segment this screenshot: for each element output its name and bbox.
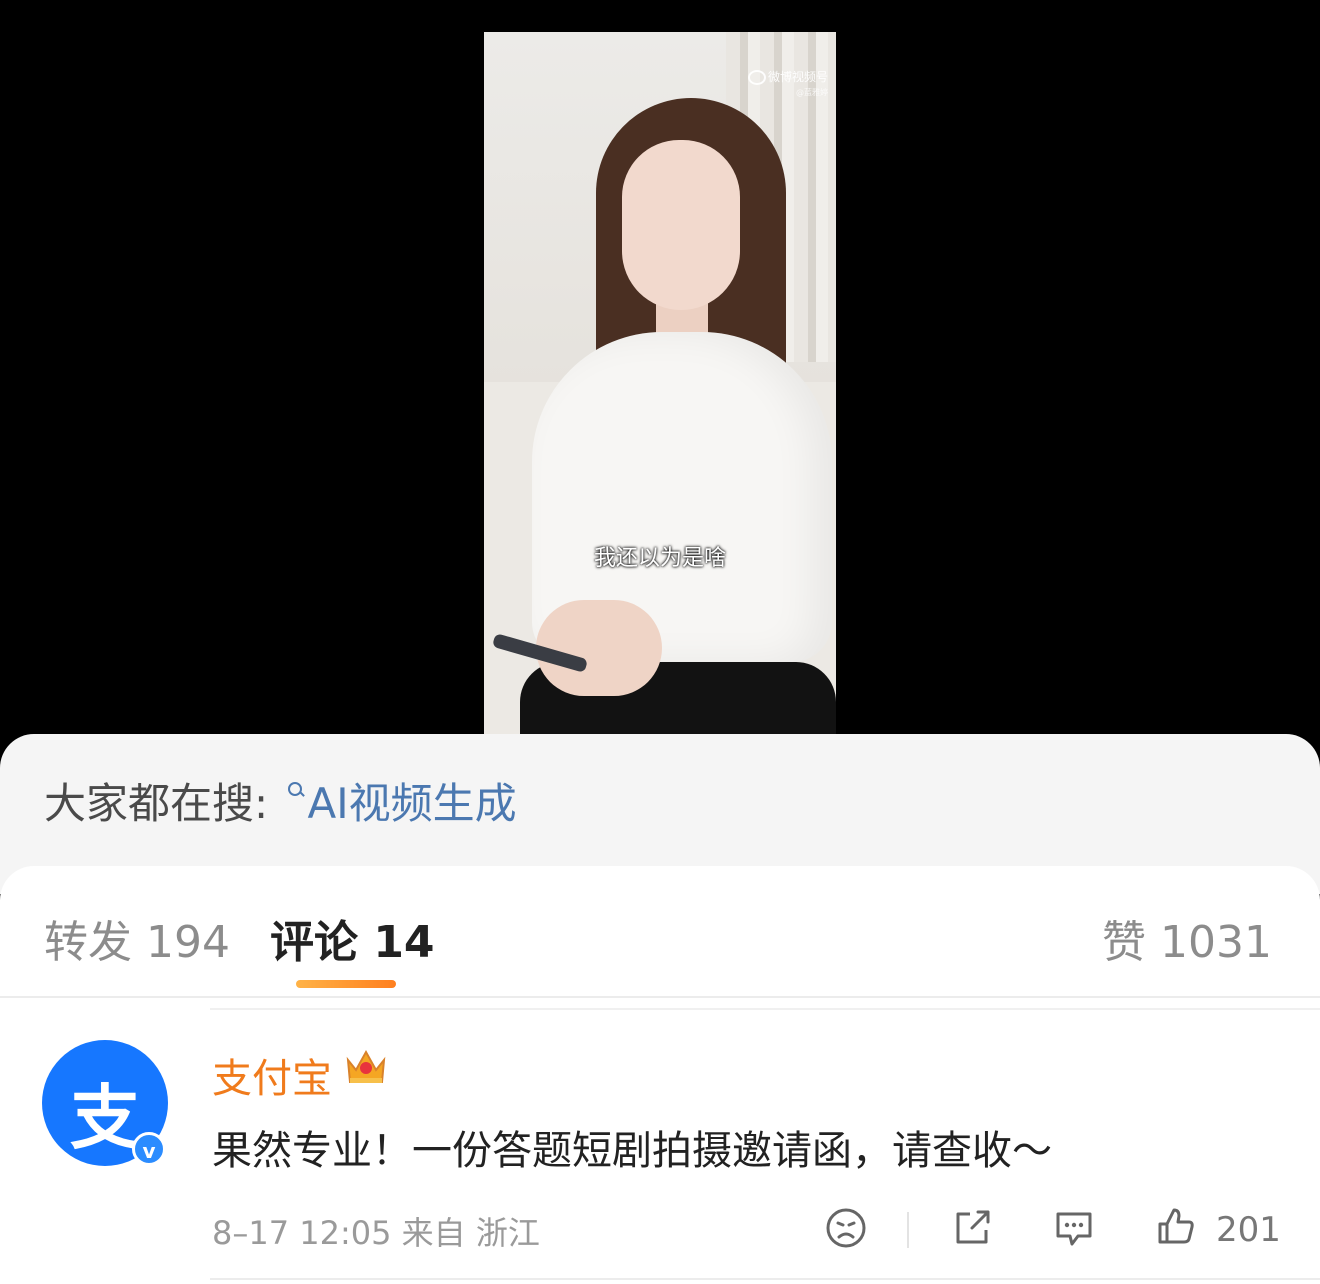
video-person-face [622,140,740,310]
comment-icon[interactable] [1052,1206,1096,1266]
divider [210,1278,1320,1280]
search-suggestion-link[interactable]: AI视频生成 [282,779,517,828]
search-suggestion-label: 大家都在搜: [44,779,269,828]
tab-active-indicator [296,980,396,988]
search-suggestion-query: AI视频生成 [307,779,517,828]
divider [210,1008,1320,1010]
watermark-text: 微博视频号 [767,70,828,84]
tab-like[interactable]: 赞 1031 [1102,906,1272,970]
comment-item: 支 v 支付宝 果然专业！一份答题短剧拍摄邀请函，请查收～ 8–17 12:05… [0,1008,1320,1284]
tab-repost[interactable]: 转发 194 [44,906,230,970]
comment-text: 果然专业！一份答题短剧拍摄邀请函，请查收～ [212,1128,1052,1174]
video-person-hands [536,600,662,696]
like-icon[interactable] [1154,1204,1198,1264]
video-player[interactable]: 微博视频号 @蓝雅婷 我还以为是啥 [484,32,836,734]
emoji-icon[interactable] [824,1206,868,1266]
share-icon[interactable] [950,1206,994,1266]
search-icon [287,782,304,798]
tab-bar: 转发 194 评论 14 赞 1031 [0,866,1320,998]
comments-panel: 转发 194 评论 14 赞 1031 支 v 支付宝 果然专业！一份答题短剧拍… [0,866,1320,1284]
comment-actions: 201 [0,1198,1320,1258]
crown-icon [344,1044,388,1088]
weibo-icon [747,70,766,85]
video-area[interactable]: 微博视频号 @蓝雅婷 我还以为是啥 [0,0,1320,745]
verified-icon: v [132,1132,166,1166]
video-subtitle: 我还以为是啥 [593,546,726,571]
search-suggestion-row: 大家都在搜: AI视频生成 [44,770,517,831]
like-count: 201 [1216,1210,1281,1250]
action-divider [907,1212,909,1248]
comment-username[interactable]: 支付宝 [212,1046,332,1104]
video-watermark: 微博视频号 @蓝雅婷 [747,68,828,98]
watermark-sub: @蓝雅婷 [796,88,828,97]
tab-comment[interactable]: 评论 14 [270,906,435,970]
